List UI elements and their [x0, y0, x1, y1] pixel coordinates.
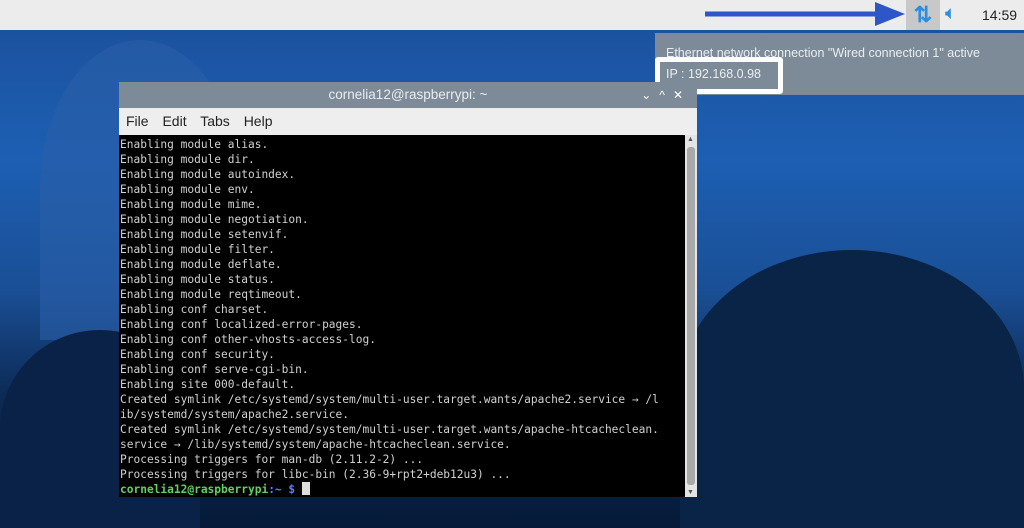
- annotation-arrow: [705, 2, 905, 26]
- terminal-line: Created symlink /etc/systemd/system/mult…: [120, 393, 659, 406]
- terminal-line: Processing triggers for man-db (2.11.2-2…: [120, 453, 424, 466]
- terminal-line: Enabling module status.: [120, 273, 275, 286]
- terminal-line: Enabling module autoindex.: [120, 168, 296, 181]
- terminal-line: Enabling module negotiation.: [120, 213, 309, 226]
- terminal-line: Enabling conf charset.: [120, 303, 269, 316]
- clock[interactable]: 14:59: [982, 7, 1017, 23]
- scrollbar-thumb[interactable]: [687, 147, 695, 485]
- menubar: File Edit Tabs Help: [119, 108, 697, 135]
- menu-file[interactable]: File: [126, 113, 149, 129]
- terminal-line: Enabling module reqtimeout.: [120, 288, 302, 301]
- prompt-user: cornelia12@raspberrypi: [120, 483, 269, 496]
- menu-edit[interactable]: Edit: [162, 113, 186, 129]
- terminal-line: Enabling module env.: [120, 183, 255, 196]
- window-title: cornelia12@raspberrypi: ~: [328, 87, 488, 102]
- menu-help[interactable]: Help: [244, 113, 273, 129]
- terminal-line: Created symlink /etc/systemd/system/mult…: [120, 423, 659, 436]
- terminal-line: ib/systemd/system/apache2.service.: [120, 408, 350, 421]
- prompt-line: cornelia12@raspberrypi:~ $: [120, 482, 684, 497]
- prompt-path: :~: [268, 483, 282, 496]
- terminal-line: Enabling module deflate.: [120, 258, 282, 271]
- prompt-symbol: $: [288, 483, 296, 496]
- terminal-line: Enabling module alias.: [120, 138, 269, 151]
- menu-tabs[interactable]: Tabs: [200, 113, 230, 129]
- maximize-icon[interactable]: ^: [659, 88, 673, 102]
- terminal-line: Enabling module filter.: [120, 243, 275, 256]
- terminal-line: Enabling site 000-default.: [120, 378, 296, 391]
- close-icon[interactable]: ✕: [673, 88, 691, 102]
- terminal-line: Enabling conf localized-error-pages.: [120, 318, 363, 331]
- terminal-line: Enabling conf other-vhosts-access-log.: [120, 333, 376, 346]
- terminal-line: Enabling conf serve-cgi-bin.: [120, 363, 309, 376]
- taskbar: ⇅ 🔈︎ 14:59: [0, 0, 1024, 30]
- terminal-line: Enabling module mime.: [120, 198, 262, 211]
- terminal-line: Enabling conf security.: [120, 348, 275, 361]
- speaker-icon[interactable]: 🔈︎: [945, 3, 956, 25]
- terminal-line: Processing triggers for libc-bin (2.36-9…: [120, 468, 511, 481]
- minimize-icon[interactable]: ⌄: [641, 88, 659, 102]
- scrollbar[interactable]: ▲ ▼: [685, 135, 697, 497]
- terminal-line: Enabling module dir.: [120, 153, 255, 166]
- terminal-window: cornelia12@raspberrypi: ~ ⌄^✕ File Edit …: [119, 82, 697, 497]
- cursor: [301, 482, 310, 495]
- terminal-output[interactable]: Enabling module alias. Enabling module di…: [119, 135, 685, 497]
- terminal-line: Enabling module setenvif.: [120, 228, 289, 241]
- wallpaper-hills: [680, 250, 1024, 528]
- window-titlebar[interactable]: cornelia12@raspberrypi: ~ ⌄^✕: [119, 82, 697, 108]
- network-updown-icon[interactable]: ⇅: [906, 0, 940, 30]
- terminal-line: service → /lib/systemd/system/apache-htc…: [120, 438, 511, 451]
